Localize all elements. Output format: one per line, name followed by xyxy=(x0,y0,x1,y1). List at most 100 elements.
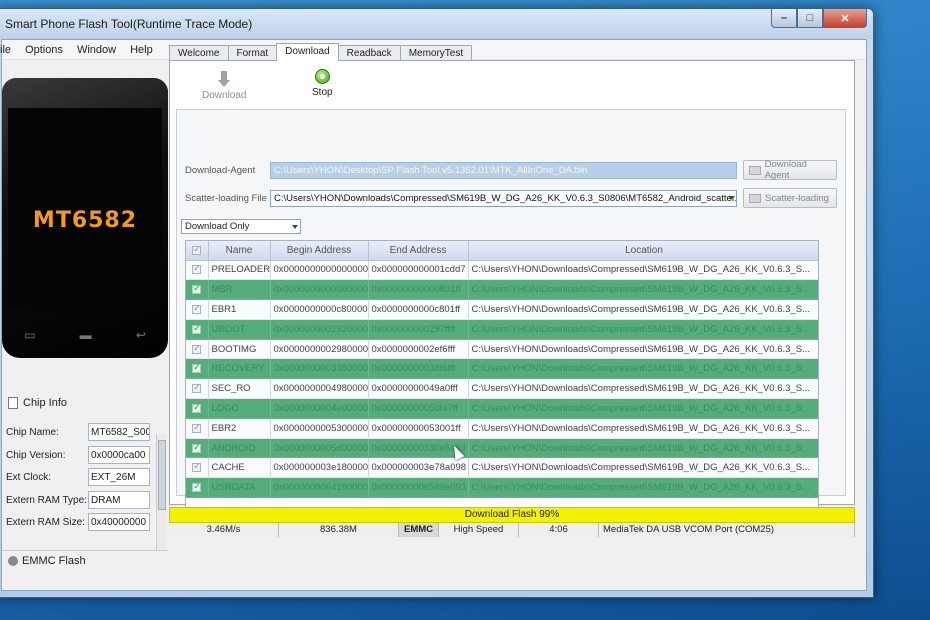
table-row[interactable]: LOGO0x0000000004e000000x00000000050fa7ff… xyxy=(186,398,818,419)
download-button-label: Download xyxy=(202,90,247,101)
tab-welcome[interactable]: Welcome xyxy=(169,45,229,61)
status-speed: 3.46M/s xyxy=(169,523,279,537)
scatter-file-field[interactable]: C:\Users\YHON\Downloads\Compressed\SM619… xyxy=(270,190,737,207)
chip-info-title: Chip Info xyxy=(23,397,68,409)
table-row[interactable]: CACHE0x000000003e1800000x000000003e78a09… xyxy=(186,457,818,479)
tab-format[interactable]: Format xyxy=(227,45,278,61)
cell-name: EBR2 xyxy=(208,418,271,439)
cell-location: C:\Users\YHON\Downloads\Compressed\SM619… xyxy=(468,438,818,459)
row-checkbox[interactable] xyxy=(186,457,209,479)
download-agent-label: Download-Agent xyxy=(185,165,256,176)
checkbox-icon xyxy=(192,283,202,295)
cell-begin-address: 0x0000000005d00000 xyxy=(270,438,369,459)
table-row[interactable]: SEC_RO0x00000000049800000x00000000049a0f… xyxy=(186,378,818,400)
download-arrow-icon xyxy=(218,71,231,87)
tab-strip: Welcome Format Download Readback MemoryT… xyxy=(169,43,473,61)
scatter-loading-button[interactable]: Scatter-loading xyxy=(743,188,837,208)
table-row[interactable]: EBR20x00000000053000000x00000000053001ff… xyxy=(186,418,818,439)
download-agent-button-label: Download Agent xyxy=(764,159,807,181)
cell-name: BOOTIMG xyxy=(208,339,271,360)
column-header-name[interactable]: Name xyxy=(208,241,271,261)
table-row[interactable]: EBR10x0000000000c800000x0000000000c801ff… xyxy=(186,299,818,320)
row-checkbox[interactable] xyxy=(186,398,209,419)
table-row[interactable]: UBOOT0x00000000029200000x000000000297fff… xyxy=(186,319,818,340)
cell-location: C:\Users\YHON\Downloads\Compressed\SM619… xyxy=(468,299,818,320)
cell-begin-address: 0x0000000004e00000 xyxy=(270,398,369,419)
cell-name: SEC_RO xyxy=(208,378,271,400)
table-row[interactable]: MBR0x00000000000800000x00000000000801ffC… xyxy=(186,279,818,301)
download-mode-value: Download Only xyxy=(185,221,250,232)
cell-name: EBR1 xyxy=(208,299,271,320)
chip-info-value: 0x40000000 xyxy=(88,513,150,531)
chip-info-label: Ext Clock: xyxy=(6,472,52,483)
download-mode-select[interactable]: Download Only xyxy=(181,219,301,234)
row-checkbox[interactable] xyxy=(186,477,209,499)
cell-begin-address: 0x0000000005300000 xyxy=(270,418,369,439)
gear-icon xyxy=(8,555,18,566)
row-checkbox[interactable] xyxy=(186,299,209,320)
row-checkbox[interactable] xyxy=(186,279,209,301)
title-bar[interactable]: Smart Phone Flash Tool(Runtime Trace Mod… xyxy=(0,9,873,39)
row-checkbox[interactable] xyxy=(186,438,209,459)
row-checkbox[interactable] xyxy=(186,358,209,380)
chip-info-row: Extern RAM Size: 0x40000000 xyxy=(2,512,168,535)
row-checkbox[interactable] xyxy=(186,339,209,360)
stop-button-label: Stop xyxy=(312,87,333,98)
row-checkbox[interactable] xyxy=(186,319,209,340)
cell-name: PRELOADER xyxy=(208,260,271,281)
chip-info-label: Extern RAM Size: xyxy=(6,517,85,528)
column-header-end[interactable]: End Address xyxy=(368,241,469,261)
close-button[interactable]: ✕ xyxy=(823,9,867,28)
cell-begin-address: 0x0000000002920000 xyxy=(270,319,369,340)
row-checkbox[interactable] xyxy=(186,418,209,439)
row-checkbox[interactable] xyxy=(186,260,209,281)
cell-location: C:\Users\YHON\Downloads\Compressed\SM619… xyxy=(468,457,818,479)
menu-options[interactable]: Options xyxy=(18,44,70,56)
download-agent-button[interactable]: Download Agent xyxy=(743,159,837,181)
cell-end-address: 0x0000000002ef6fff xyxy=(368,339,469,360)
scatter-file-value: C:\Users\YHON\Downloads\Compressed\SM619… xyxy=(274,193,737,204)
minimize-button[interactable]: – xyxy=(771,9,797,28)
menu-file[interactable]: ile xyxy=(0,44,18,56)
table-row[interactable]: PRELOADER0x00000000000000000x00000000000… xyxy=(186,260,818,281)
cell-begin-address: 0x000000003e180000 xyxy=(270,457,369,479)
tab-memorytest[interactable]: MemoryTest xyxy=(399,45,473,61)
download-button[interactable]: Download xyxy=(202,71,246,101)
cell-name: UBOOT xyxy=(208,319,271,340)
download-progress-bar: Download Flash 99% xyxy=(169,507,855,523)
cell-location: C:\Users\YHON\Downloads\Compressed\SM619… xyxy=(468,358,818,380)
emmc-flash-title: EMMC Flash xyxy=(22,554,86,567)
tab-readback[interactable]: Readback xyxy=(337,45,401,61)
table-row[interactable]: RECOVERY0x00000000033800000x00000000038f… xyxy=(186,358,818,380)
chip-info-list: Chip Name: MT6582_S00 Chip Version: 0x00… xyxy=(2,422,168,535)
stop-icon xyxy=(314,69,330,84)
chip-info-scrollbar[interactable] xyxy=(156,434,166,550)
column-header-begin[interactable]: Begin Address xyxy=(270,241,369,261)
chip-info-value: EXT_26M xyxy=(88,468,150,486)
scrollbar-thumb[interactable] xyxy=(158,440,166,510)
window-title: Smart Phone Flash Tool(Runtime Trace Mod… xyxy=(5,17,253,31)
row-checkbox[interactable] xyxy=(186,378,209,400)
chevron-down-icon[interactable] xyxy=(292,225,298,229)
chevron-down-icon[interactable] xyxy=(728,196,734,200)
menu-window[interactable]: Window xyxy=(70,44,123,56)
cell-name: MBR xyxy=(208,279,271,301)
emmc-flash-header[interactable]: EMMC Flash xyxy=(2,550,168,570)
checkbox-icon xyxy=(192,343,202,354)
checkbox-icon xyxy=(192,303,202,314)
chip-info-header[interactable]: Chip Info xyxy=(2,394,168,412)
checkbox-icon xyxy=(192,323,202,334)
maximize-button[interactable]: □ xyxy=(797,9,823,28)
table-row[interactable]: USRDATA0x00000000641800000x000000006589e… xyxy=(186,477,818,499)
table-row[interactable]: ANDROID0x0000000005d000000x00000000330e6… xyxy=(186,438,818,459)
download-agent-field[interactable]: C:\Users\YHON\Desktop\SP Flash Tool v5.1… xyxy=(270,162,737,179)
tab-download[interactable]: Download xyxy=(276,43,339,61)
checkbox-icon xyxy=(192,382,202,394)
chip-info-label: Extern RAM Type: xyxy=(6,494,87,506)
stop-button[interactable]: Stop xyxy=(312,69,333,98)
column-header-location[interactable]: Location xyxy=(468,241,818,261)
table-row[interactable]: BOOTIMG0x00000000029800000x0000000002ef6… xyxy=(186,339,818,360)
menu-help[interactable]: Help xyxy=(123,44,160,56)
chip-model-label: MT6582 xyxy=(32,208,138,233)
select-all-checkbox[interactable] xyxy=(186,241,209,261)
